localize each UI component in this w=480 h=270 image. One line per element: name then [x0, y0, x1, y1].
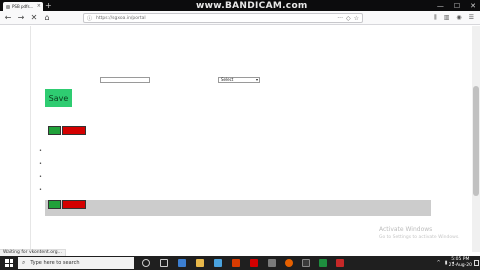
address-bar[interactable]: ⓘ https://sgxoa.in/portal ··· ◇ ☆ — [83, 13, 363, 23]
window-controls: — ☐ ✕ — [437, 0, 476, 11]
browser-tab[interactable]: PSB pdfs... × — [3, 2, 43, 11]
text-input[interactable] — [100, 77, 150, 83]
red-app-icon[interactable] — [336, 259, 344, 267]
store-icon[interactable] — [214, 259, 222, 267]
minimize-icon[interactable]: — — [437, 2, 444, 10]
acrobat-icon[interactable] — [250, 259, 258, 267]
sidebar-icon[interactable]: ▥ — [444, 13, 450, 23]
page-content — [0, 26, 480, 252]
library-icon[interactable]: ⫼ — [434, 13, 437, 23]
red-action-button-bottom[interactable] — [62, 200, 86, 209]
page-actions-icon[interactable]: ··· — [337, 14, 343, 23]
red-action-button[interactable] — [62, 126, 86, 135]
green-action-button[interactable] — [48, 126, 61, 135]
scrollbar-thumb[interactable] — [473, 86, 479, 196]
green-action-button-bottom[interactable] — [48, 200, 61, 209]
clock-date: 21-Aug-20 — [448, 263, 472, 268]
status-bar: Waiting for vkontent.org... — [0, 249, 66, 256]
list-bullet: • — [39, 187, 42, 193]
pocket-icon[interactable]: ◇ — [346, 14, 351, 23]
footer-bar — [45, 200, 431, 216]
favicon-icon — [6, 4, 10, 9]
tray-chevron-icon[interactable]: ^ — [437, 260, 441, 266]
network-icon[interactable]: ▮ — [445, 260, 448, 266]
url-actions: ··· ◇ ☆ — [337, 14, 359, 23]
search-placeholder: Type here to search — [30, 260, 80, 266]
select-dropdown[interactable]: Select ▾ — [218, 77, 260, 83]
firefox-icon[interactable] — [285, 259, 293, 267]
green-app-icon[interactable] — [319, 259, 327, 267]
activation-title: Activate Windows — [379, 226, 433, 233]
account-icon[interactable]: ◉ — [456, 13, 461, 23]
nav-toolbar: ← → ✕ ⌂ ⓘ https://sgxoa.in/portal ··· ◇ … — [0, 11, 480, 25]
recorder-watermark: www.BANDICAM.com — [196, 1, 308, 11]
forward-icon[interactable]: → — [16, 13, 26, 23]
powerpoint-icon[interactable] — [232, 259, 240, 267]
back-icon[interactable]: ← — [3, 13, 13, 23]
scrollbar[interactable] — [472, 26, 480, 252]
close-window-icon[interactable]: ✕ — [470, 2, 476, 10]
list-bullet: • — [39, 161, 42, 167]
clock[interactable]: 5:05 PM 21-Aug-20 — [449, 257, 472, 269]
task-view-icon[interactable] — [160, 259, 168, 267]
stop-icon[interactable]: ✕ — [29, 13, 39, 23]
tab-title: PSB pdfs... — [12, 4, 34, 9]
list-bullet: • — [39, 148, 42, 154]
file-explorer-icon[interactable] — [196, 259, 204, 267]
cortana-icon[interactable] — [142, 259, 150, 267]
bookmark-star-icon[interactable]: ☆ — [354, 14, 359, 23]
list-bullet: • — [39, 174, 42, 180]
tab-close-icon[interactable]: × — [37, 3, 41, 9]
maximize-icon[interactable]: ☐ — [454, 2, 460, 10]
bandicam-icon[interactable] — [302, 259, 310, 267]
app-icon[interactable] — [268, 259, 276, 267]
windows-start-icon[interactable] — [5, 259, 13, 267]
taskbar: ⌕ Type here to search ^ ▮ ◂ 5:05 PM 21-A… — [0, 256, 480, 270]
notifications-icon[interactable] — [474, 260, 479, 266]
url-text: https://sgxoa.in/portal — [96, 15, 146, 21]
save-button[interactable]: Save — [45, 89, 72, 107]
activation-subtitle: Go to Settings to activate Windows. — [379, 235, 460, 240]
select-value: Select — [221, 77, 234, 82]
home-icon[interactable]: ⌂ — [42, 13, 52, 23]
edge-icon[interactable] — [178, 259, 186, 267]
browser-tools: ⫼ ▥ ◉ ☰ — [434, 13, 474, 23]
search-icon: ⌕ — [22, 259, 26, 266]
taskbar-search[interactable]: ⌕ Type here to search — [18, 257, 134, 269]
info-icon: ⓘ — [87, 15, 93, 22]
chevron-down-icon: ▾ — [255, 77, 258, 82]
new-tab-button[interactable]: + — [45, 1, 52, 10]
page-left-border — [30, 26, 31, 252]
menu-icon[interactable]: ☰ — [469, 13, 474, 23]
